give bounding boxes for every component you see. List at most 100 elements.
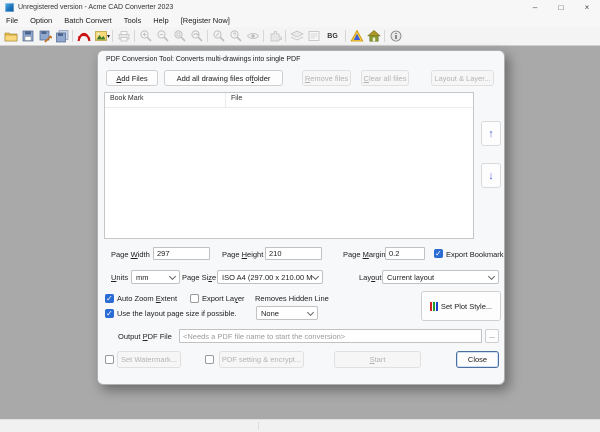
plot-style-icon [429, 301, 438, 311]
toolbar-separator [285, 30, 287, 42]
save-icon[interactable] [19, 29, 36, 44]
titlebar: Unregistered version - Acme CAD Converte… [0, 0, 600, 14]
zoom-in-icon [137, 29, 154, 44]
toolbar-separator [207, 30, 209, 42]
zoom-window-icon [171, 29, 188, 44]
page-margin-input[interactable] [385, 247, 425, 260]
set-watermark-button[interactable]: Set Watermark... [117, 351, 181, 368]
use-layout-page-size-checkbox[interactable] [105, 309, 114, 318]
move-up-button[interactable]: ↑ [481, 121, 501, 146]
auto-zoom-extent-label: Auto Zoom Extent [117, 294, 178, 303]
add-files-button[interactable]: Add Files [106, 70, 158, 86]
removes-hidden-line-select[interactable]: None [256, 306, 318, 320]
layout-label: Layout [359, 273, 382, 282]
toolbar-separator [72, 30, 73, 42]
file-list-header: Book Mark File [105, 93, 473, 108]
units-value: mm [136, 272, 149, 282]
file-list[interactable]: Book Mark File [104, 92, 474, 239]
page-width-input[interactable] [153, 247, 210, 260]
pdf-setting-checkbox[interactable] [205, 355, 214, 364]
move-down-button[interactable]: ↓ [481, 163, 501, 188]
output-pdf-input[interactable] [179, 329, 482, 343]
bg-toggle-button[interactable]: BG [322, 28, 343, 45]
remove-files-button[interactable]: Remove files [302, 70, 351, 86]
chevron-down-icon [487, 272, 496, 280]
start-button[interactable]: Start [334, 351, 421, 368]
window-title: Unregistered version - Acme CAD Converte… [18, 3, 174, 11]
chevron-down-icon [306, 308, 315, 316]
export-layer-label: Export Layer [202, 294, 245, 303]
column-header-file[interactable]: File [226, 93, 473, 107]
clear-all-files-button[interactable]: Clear all files [361, 70, 409, 86]
toolbar-separator [263, 30, 265, 42]
open-file-icon[interactable] [2, 29, 19, 44]
units-select[interactable]: mm [131, 270, 180, 284]
auto-zoom-extent-checkbox[interactable] [105, 294, 114, 303]
save-as-icon[interactable] [36, 29, 53, 44]
toolbar-separator [345, 30, 347, 42]
export-layer-checkbox[interactable] [190, 294, 199, 303]
menu-register-now[interactable]: [Register Now] [175, 16, 236, 25]
pdf-convert-icon[interactable] [75, 29, 92, 44]
text-window-icon [305, 29, 322, 44]
set-plot-style-button[interactable]: Set Plot Style... [421, 291, 501, 321]
menu-batch-convert[interactable]: Batch Convert [58, 16, 118, 25]
menu-option[interactable]: Option [24, 16, 58, 25]
zoom-previous-icon [188, 29, 205, 44]
maximize-button[interactable]: □ [548, 0, 574, 14]
close-window-button[interactable]: × [574, 0, 600, 14]
statusbar [0, 419, 600, 432]
statusbar-divider [258, 422, 259, 430]
page-height-label: Page Height [222, 250, 264, 259]
save-all-icon[interactable] [53, 29, 70, 44]
export-bookmark-checkbox[interactable] [434, 249, 443, 258]
toolbar: ▾ BG [0, 27, 600, 46]
app-window: { "window": { "title": "Unregistered ver… [0, 0, 600, 432]
home-icon[interactable] [365, 29, 382, 44]
menu-tools[interactable]: Tools [118, 16, 148, 25]
removes-hidden-line-value: None [261, 308, 279, 318]
menu-help[interactable]: Help [147, 16, 174, 25]
image-convert-dropdown-caret[interactable]: ▾ [107, 33, 110, 40]
zoom-scale-icon [210, 29, 227, 44]
column-header-bookmark[interactable]: Book Mark [105, 93, 226, 107]
zoom-out-icon [154, 29, 171, 44]
toolbar-separator [384, 30, 386, 42]
font-style-icon[interactable] [348, 29, 365, 44]
zoom-query-icon [227, 29, 244, 44]
minimize-button[interactable]: – [522, 0, 548, 14]
output-pdf-label: Output PDF File [118, 332, 172, 341]
layers-icon [288, 29, 305, 44]
export-bookmark-label: Export Bookmark [446, 250, 504, 259]
app-icon [5, 2, 14, 12]
use-layout-page-size-label: Use the layout page size if possible. [117, 309, 237, 318]
pdf-conversion-dialog: PDF Conversion Tool: Converts multi-draw… [97, 50, 505, 385]
page-margin-label: Page Margin [343, 250, 386, 259]
menubar: File Option Batch Convert Tools Help [Re… [0, 14, 600, 27]
units-label: Units [111, 273, 129, 282]
close-button[interactable]: Close [456, 351, 499, 368]
page-height-input[interactable] [265, 247, 322, 260]
layout-layer-button[interactable]: Layout & Layer... [431, 70, 494, 86]
menu-file[interactable]: File [0, 16, 24, 25]
plugin-icon [266, 29, 283, 44]
layout-value: Current layout [387, 272, 435, 282]
pdf-setting-encrypt-button[interactable]: PDF setting & encrypt... [219, 351, 304, 368]
print-icon [115, 29, 132, 44]
info-icon[interactable] [387, 29, 404, 44]
window-controls: – □ × [522, 0, 600, 14]
set-plot-style-label: Set Plot Style... [440, 301, 493, 311]
layout-select[interactable]: Current layout [382, 270, 499, 284]
dialog-title: PDF Conversion Tool: Converts multi-draw… [106, 56, 301, 63]
chevron-down-icon [311, 272, 320, 280]
browse-output-button[interactable]: ... [485, 329, 499, 343]
page-size-select[interactable]: ISO A4 (297.00 x 210.00 MM) [217, 270, 323, 284]
page-width-label: Page Width [111, 250, 150, 259]
toolbar-separator [112, 30, 114, 42]
add-folder-button[interactable]: Add all drawing files of f older [164, 70, 283, 86]
page-size-label: Page Size [182, 273, 217, 282]
set-watermark-checkbox[interactable] [105, 355, 114, 364]
removes-hidden-line-label: Removes Hidden Line [255, 294, 329, 303]
page-size-value: ISO A4 (297.00 x 210.00 MM) [222, 272, 313, 282]
toolbar-separator [134, 30, 136, 42]
